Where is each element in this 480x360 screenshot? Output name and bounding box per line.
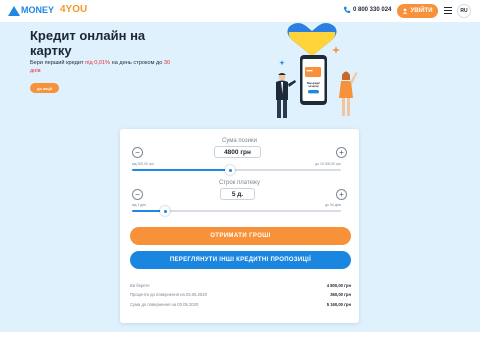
summary-label: Проценти до повернення на 03.05.2020 <box>130 292 207 297</box>
phone-number: 0 800 330 024 <box>353 7 392 13</box>
loan-calculator: Сума позики − 4800 грн + від 300.00 грн … <box>120 129 359 323</box>
summary-label: Ви берете <box>130 283 150 288</box>
term-slider[interactable] <box>132 206 341 216</box>
svg-text:Ваш кредит: Ваш кредит <box>307 83 321 85</box>
get-money-button[interactable]: ОТРИМАТИ ГРОШІ <box>130 227 351 245</box>
term-decrease-button[interactable]: − <box>132 189 143 200</box>
page-title: Кредит онлайн на картку <box>30 28 146 58</box>
footer-section <box>0 332 480 360</box>
hero-sub-part2: на день строком до <box>110 60 164 66</box>
amount-min-label: від 300.00 грн <box>132 162 154 166</box>
language-switch[interactable]: RU <box>457 4 471 18</box>
login-label: УВІЙТИ <box>410 8 433 14</box>
hero-sub-part1: Бери перший кредит <box>30 60 86 66</box>
amount-decrease-button[interactable]: − <box>132 147 143 158</box>
summary-label: Сума до повернення на 03.05.2020 <box>130 302 199 307</box>
amount-max-label: до 10 000.00 грн <box>315 162 341 166</box>
phone-link[interactable]: 0 800 330 024 <box>343 6 391 14</box>
summary-row: Сума до повернення на 03.05.2020 5 160,0… <box>130 302 351 307</box>
term-label: Строк платежу <box>218 180 261 186</box>
term-increase-button[interactable]: + <box>336 189 347 200</box>
term-max-label: до 30 днів <box>325 203 341 207</box>
term-slider-handle[interactable] <box>160 206 171 216</box>
amount-value-field[interactable]: 4800 грн <box>214 146 261 158</box>
amount-slider-fill <box>132 169 231 171</box>
hero-rate-highlight: під 0,01% <box>85 60 111 66</box>
term-min-label: від 1 дня <box>132 203 146 207</box>
summary-value: 5 160,00 грн <box>326 302 351 307</box>
promo-button[interactable]: до акції <box>30 83 59 93</box>
amount-increase-button[interactable]: + <box>336 147 347 158</box>
summary-value: 4 800,00 грн <box>326 283 351 288</box>
site-header: MONEY 4YOU 0 800 330 024 УВІЙТИ RU <box>0 0 480 22</box>
other-offers-button[interactable]: ПЕРЕГЛЯНУТИ ІНШІ КРЕДИТНІ ПРОПОЗИЦІЇ <box>130 251 351 269</box>
hero-illustration: Ваш кредит на картці <box>276 23 358 118</box>
hero-subtitle: Бери перший кредит під 0,01% на день стр… <box>30 60 180 75</box>
logo-triangle-icon <box>8 6 20 16</box>
svg-text:на картці: на картці <box>308 85 319 88</box>
summary-row: Ви берете 4 800,00 грн <box>130 283 351 288</box>
amount-slider-handle[interactable] <box>225 165 236 175</box>
logo-text-4you: 4YOU <box>60 4 88 15</box>
logo-text-money: MONEY <box>21 5 55 15</box>
amount-slider[interactable] <box>132 165 341 175</box>
summary-row: Проценти до повернення на 03.05.2020 360… <box>130 292 351 297</box>
term-value-field[interactable]: 5 д. <box>220 188 255 200</box>
login-button[interactable]: УВІЙТИ <box>397 4 438 18</box>
hamburger-menu-icon[interactable] <box>444 7 452 15</box>
summary-value: 360,00 грн <box>330 292 351 297</box>
phone-icon <box>343 6 351 14</box>
amount-label: Сума позики <box>222 138 257 144</box>
user-icon <box>403 8 408 14</box>
